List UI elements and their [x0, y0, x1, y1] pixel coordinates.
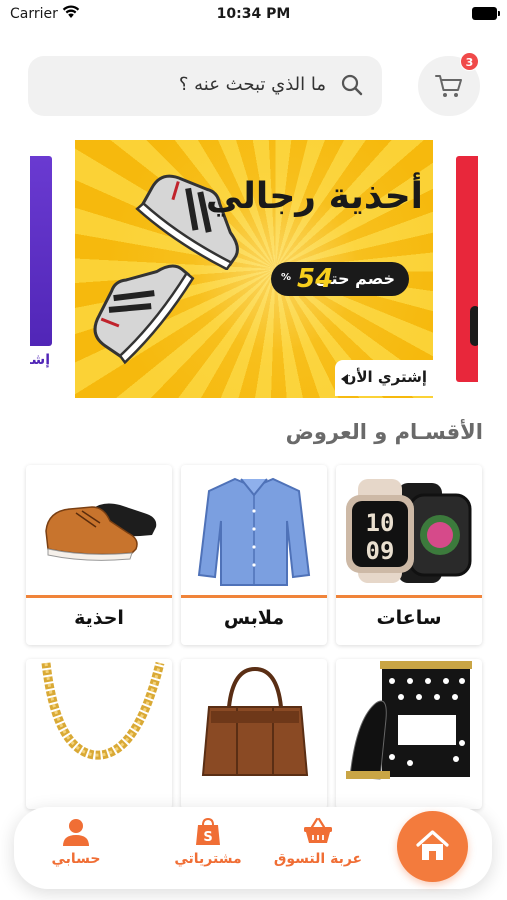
discount-pill: خصم حتى 54 %	[271, 262, 409, 296]
nav-purchases[interactable]: S مشترياتي	[156, 807, 260, 889]
handbag-image	[201, 666, 309, 776]
category-card-watches[interactable]: 10 09 ساعات	[336, 465, 482, 645]
sneaker-image-2	[93, 264, 195, 365]
smartwatch-image: 10 09	[346, 479, 472, 583]
user-icon	[63, 819, 89, 846]
card-separator	[181, 595, 327, 598]
category-card-bags[interactable]	[181, 659, 327, 809]
card-separator	[26, 595, 172, 598]
cart-icon	[435, 75, 462, 97]
search-icon	[341, 74, 363, 96]
search-input[interactable]: ما الذي تبحث عنه ؟	[28, 56, 382, 116]
home-icon	[416, 830, 449, 860]
shirt-image	[197, 477, 311, 586]
nav-account[interactable]: حسابي	[38, 807, 114, 889]
status-bar: Carrier 10:34 PM	[0, 0, 507, 30]
nav-purchases-label: مشترياتي	[174, 851, 242, 867]
buy-now-button[interactable]: إشتري الأن	[335, 360, 433, 396]
home-button[interactable]	[397, 811, 468, 882]
svg-text:09: 09	[366, 537, 395, 565]
prev-slide-cta: إشت	[30, 352, 50, 368]
promo-banner[interactable]: أحذية رجالي خصم حتى 54 % إشتري الأن	[75, 140, 433, 398]
prev-slide-image	[30, 156, 52, 346]
card-separator	[336, 595, 482, 598]
nav-cart[interactable]: عربة التسوق	[266, 807, 370, 889]
carousel-prev-slide[interactable]: إشت	[30, 156, 52, 382]
category-card-jewelry[interactable]	[26, 659, 172, 809]
shoe-image	[45, 503, 157, 561]
discount-value: 54	[297, 264, 334, 294]
svg-text:S: S	[203, 830, 212, 845]
carousel-next-slide[interactable]	[456, 156, 478, 382]
arrow-left-icon	[341, 374, 348, 384]
status-time: 10:34 PM	[216, 6, 291, 22]
next-slide-image	[470, 306, 478, 346]
category-label: ملابس	[223, 607, 285, 629]
section-title: الأقسـام و العروض	[285, 420, 483, 444]
cart-badge: 3	[460, 52, 479, 71]
shopping-bag-icon: S	[196, 817, 220, 845]
discount-unit: %	[281, 272, 292, 283]
search-placeholder: ما الذي تبحث عنه ؟	[178, 74, 326, 95]
nav-account-label: حسابي	[51, 851, 101, 867]
banner-title: أحذية رجالي	[205, 176, 423, 217]
gold-chain-image	[41, 661, 165, 760]
svg-text:10: 10	[366, 509, 395, 537]
category-card-clothes[interactable]: ملابس	[181, 465, 327, 645]
category-card-shoes[interactable]: احذية	[26, 465, 172, 645]
perfume-image	[346, 661, 472, 780]
basket-icon	[304, 817, 332, 843]
category-label: احذية	[74, 607, 124, 629]
battery-icon	[472, 7, 500, 20]
nav-cart-label: عربة التسوق	[273, 851, 363, 867]
buy-now-label: إشتري الأن	[343, 368, 427, 386]
category-card-perfume[interactable]	[336, 659, 482, 809]
category-label: ساعات	[376, 607, 442, 629]
